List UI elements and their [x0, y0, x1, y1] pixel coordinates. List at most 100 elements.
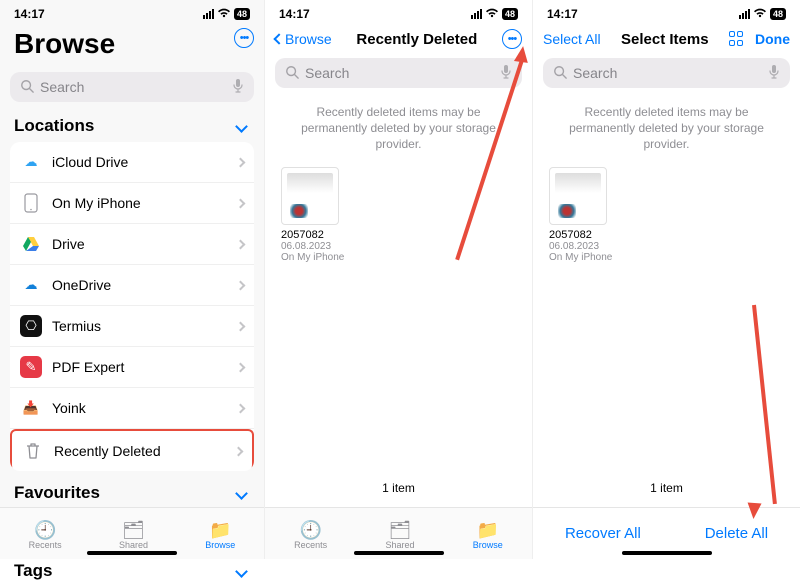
chevron-down-icon	[235, 120, 248, 133]
done-button[interactable]: Done	[755, 31, 790, 47]
more-button[interactable]: •••	[502, 29, 522, 49]
tab-browse[interactable]: 📁Browse	[205, 521, 235, 550]
select-all-button[interactable]: Select All	[543, 31, 601, 47]
battery-icon: 48	[234, 8, 250, 20]
file-item[interactable]: 2057082 06.08.2023 On My iPhone	[265, 163, 532, 267]
file-date: 06.08.2023	[549, 241, 784, 252]
chevron-right-icon	[236, 280, 246, 290]
clock-icon: 🕘	[299, 521, 321, 539]
search-placeholder: Search	[40, 79, 232, 95]
page-title: Browse	[0, 22, 264, 68]
home-indicator[interactable]	[622, 551, 712, 555]
tab-recents[interactable]: 🕘Recents	[29, 521, 62, 550]
cellular-icon	[203, 9, 214, 19]
tab-bar: 🕘Recents 🗂Shared 📁Browse	[0, 507, 264, 559]
status-bar: 14:17 48	[265, 0, 532, 22]
location-pdf-expert[interactable]: ✎ PDF Expert	[10, 347, 254, 388]
location-on-my-iphone[interactable]: On My iPhone	[10, 183, 254, 224]
onedrive-icon: ☁	[20, 274, 42, 296]
mic-icon[interactable]	[500, 64, 512, 83]
chevron-right-icon	[236, 198, 246, 208]
home-indicator[interactable]	[87, 551, 177, 555]
status-icons: 48	[739, 8, 786, 21]
status-icons: 48	[203, 8, 250, 21]
info-text: Recently deleted items may be permanentl…	[533, 96, 800, 163]
chevron-right-icon	[236, 239, 246, 249]
item-count: 1 item	[533, 481, 800, 495]
file-thumbnail	[549, 167, 607, 225]
location-recently-deleted[interactable]: Recently Deleted	[10, 429, 254, 471]
more-button[interactable]: •••	[234, 28, 254, 48]
location-icloud[interactable]: ☁︎ iCloud Drive	[10, 142, 254, 183]
nav-bar: Browse Recently Deleted •••	[265, 22, 532, 54]
search-input[interactable]: Search	[10, 72, 254, 102]
gdrive-icon	[20, 233, 42, 255]
cloud-icon: ☁︎	[20, 151, 42, 173]
recover-all-button[interactable]: Recover All	[565, 525, 641, 542]
cellular-icon	[471, 9, 482, 19]
phone-icon	[20, 192, 42, 214]
status-icons: 48	[471, 8, 518, 21]
status-time: 14:17	[279, 7, 310, 21]
location-drive[interactable]: Drive	[10, 224, 254, 265]
location-yoink[interactable]: 📥 Yoink	[10, 388, 254, 429]
pdfexpert-icon: ✎	[20, 356, 42, 378]
tab-shared[interactable]: 🗂Shared	[119, 521, 148, 550]
search-placeholder: Search	[305, 65, 500, 81]
locations-header[interactable]: Locations	[0, 110, 264, 138]
page-title: Select Items	[621, 31, 709, 48]
nav-bar: Select All Select Items Done	[533, 22, 800, 54]
cellular-icon	[739, 9, 750, 19]
status-time: 14:17	[14, 7, 45, 21]
file-location: On My iPhone	[281, 252, 516, 263]
wifi-icon	[485, 8, 499, 21]
search-icon	[20, 79, 34, 96]
bottom-toolbar: Recover All Delete All	[533, 507, 800, 559]
chevron-right-icon	[234, 446, 244, 456]
search-input[interactable]: Search	[275, 58, 522, 88]
page-title: Recently Deleted	[356, 31, 477, 48]
tab-recents[interactable]: 🕘Recents	[294, 521, 327, 550]
location-onedrive[interactable]: ☁ OneDrive	[10, 265, 254, 306]
status-time: 14:17	[547, 7, 578, 21]
info-text: Recently deleted items may be permanentl…	[265, 96, 532, 163]
file-name: 2057082	[281, 229, 516, 241]
favourites-header[interactable]: Favourites	[0, 477, 264, 505]
chevron-down-icon	[235, 565, 248, 578]
chevron-down-icon	[235, 487, 248, 500]
search-input[interactable]: Search	[543, 58, 790, 88]
chevron-right-icon	[236, 403, 246, 413]
tags-header[interactable]: Tags	[0, 555, 264, 583]
trash-icon	[22, 440, 44, 462]
wifi-icon	[753, 8, 767, 21]
yoink-icon: 📥	[20, 397, 42, 419]
item-count: 1 item	[265, 481, 532, 495]
chevron-right-icon	[236, 321, 246, 331]
status-bar: 14:17 48	[0, 0, 264, 22]
mic-icon[interactable]	[768, 64, 780, 83]
shared-folder-icon: 🗂	[122, 521, 145, 539]
file-date: 06.08.2023	[281, 241, 516, 252]
chevron-right-icon	[236, 362, 246, 372]
file-location: On My iPhone	[549, 252, 784, 263]
select-items-screen: 14:17 48 Select All Select Items Done Se…	[533, 0, 800, 559]
tab-browse[interactable]: 📁Browse	[473, 521, 503, 550]
location-termius[interactable]: ⎔ Termius	[10, 306, 254, 347]
mic-icon[interactable]	[232, 78, 244, 97]
search-icon	[285, 65, 299, 82]
file-name: 2057082	[549, 229, 784, 241]
shared-folder-icon: 🗂	[389, 521, 412, 539]
tab-bar: 🕘Recents 🗂Shared 📁Browse	[265, 507, 532, 559]
back-button[interactable]: Browse	[275, 31, 332, 47]
wifi-icon	[217, 8, 231, 21]
recently-deleted-screen: 14:17 48 Browse Recently Deleted ••• Sea…	[265, 0, 533, 559]
home-indicator[interactable]	[354, 551, 444, 555]
view-grid-button[interactable]	[729, 31, 745, 47]
file-item[interactable]: 2057082 06.08.2023 On My iPhone	[533, 163, 800, 267]
status-bar: 14:17 48	[533, 0, 800, 22]
locations-list: ☁︎ iCloud Drive On My iPhone Drive ☁ One…	[10, 142, 254, 471]
search-icon	[553, 65, 567, 82]
delete-all-button[interactable]: Delete All	[705, 525, 768, 542]
tab-shared[interactable]: 🗂Shared	[385, 521, 414, 550]
battery-icon: 48	[502, 8, 518, 20]
